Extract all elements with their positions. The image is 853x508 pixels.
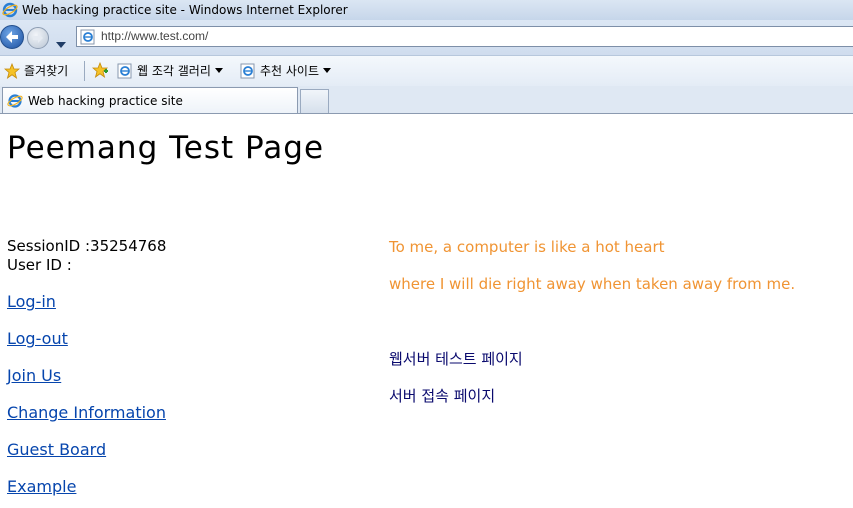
navigation-bar [0,20,853,55]
fav-item-suggested-sites[interactable]: 추천 사이트 [240,62,333,79]
back-button[interactable] [0,25,24,49]
favorites-bar: 즐겨찾기 웹 조각 갤러리 추천 사이트 [0,55,853,86]
arrow-right-icon [33,33,43,43]
favorites-separator [84,61,85,81]
session-id: SessionID :35254768 [7,237,166,255]
ie-icon [7,93,23,108]
change-information-link[interactable]: Change Information [7,403,166,422]
url-input[interactable] [101,29,801,43]
session-id-label: SessionID : [7,237,91,255]
add-favorite-button[interactable] [92,62,110,78]
example-link[interactable]: Example [7,477,76,496]
login-link[interactable]: Log-in [7,292,56,311]
add-to-favorites-icon [92,62,109,78]
arrow-left-icon [6,31,18,43]
history-dropdown-icon[interactable] [56,33,66,52]
fav-item-label: 웹 조각 갤러리 [137,64,211,78]
page-content: Peemang Test Page SessionID :35254768 Us… [0,114,853,508]
ie-page-icon [240,63,255,78]
favorites-label: 즐겨찾기 [24,64,69,78]
chevron-down-icon [214,67,223,73]
tab-label: Web hacking practice site [28,93,183,108]
quote-line-2: where I will die right away when taken a… [389,275,796,293]
forward-button[interactable] [27,27,49,49]
server-access-page-link[interactable]: 서버 접속 페이지 [389,385,495,406]
guest-board-link[interactable]: Guest Board [7,440,106,459]
window-title-bar: Web hacking practice site - Windows Inte… [0,0,853,20]
quote-line-1: To me, a computer is like a hot heart [389,238,665,256]
join-us-link[interactable]: Join Us [7,366,61,385]
ie-icon [2,2,18,21]
user-id-label: User ID : [7,256,72,274]
chevron-down-icon [323,67,332,73]
user-id: User ID : [7,256,72,274]
address-bar[interactable] [76,26,853,47]
window-title: Web hacking practice site - Windows Inte… [22,3,348,17]
favorites-button[interactable]: 즐겨찾기 [4,62,68,79]
ie-page-icon [80,29,96,49]
page-title: Peemang Test Page [7,130,325,166]
new-tab-button[interactable] [300,89,329,113]
web-server-test-page-link[interactable]: 웹서버 테스트 페이지 [389,348,523,369]
tab-bar: Web hacking practice site [0,86,853,114]
tab-web-hacking-practice-site[interactable]: Web hacking practice site [2,87,298,113]
session-id-value: 35254768 [90,237,167,255]
fav-item-label: 추천 사이트 [260,64,320,78]
star-icon [4,62,20,79]
fav-item-web-slice-gallery[interactable]: 웹 조각 갤러리 [117,62,225,79]
logout-link[interactable]: Log-out [7,329,68,348]
ie-page-icon [117,63,132,78]
